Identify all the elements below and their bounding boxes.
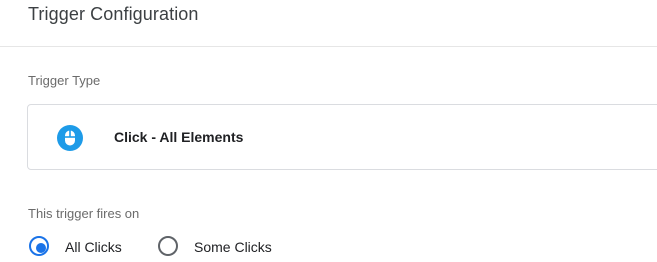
radio-checked-icon bbox=[29, 236, 49, 256]
trigger-type-name: Click - All Elements bbox=[114, 129, 244, 145]
mouse-icon bbox=[57, 125, 83, 151]
trigger-configuration-panel: Trigger Configuration Trigger Type Click… bbox=[0, 0, 657, 262]
header-divider bbox=[0, 46, 657, 47]
some-clicks-label: Some Clicks bbox=[194, 239, 272, 255]
radio-unchecked-icon bbox=[158, 236, 178, 256]
panel-title: Trigger Configuration bbox=[28, 4, 199, 24]
radio-dot bbox=[36, 243, 46, 253]
all-clicks-label: All Clicks bbox=[65, 239, 122, 255]
trigger-type-label: Trigger Type bbox=[28, 73, 101, 88]
fires-on-label: This trigger fires on bbox=[28, 206, 140, 221]
trigger-type-selector[interactable]: Click - All Elements bbox=[27, 104, 657, 170]
